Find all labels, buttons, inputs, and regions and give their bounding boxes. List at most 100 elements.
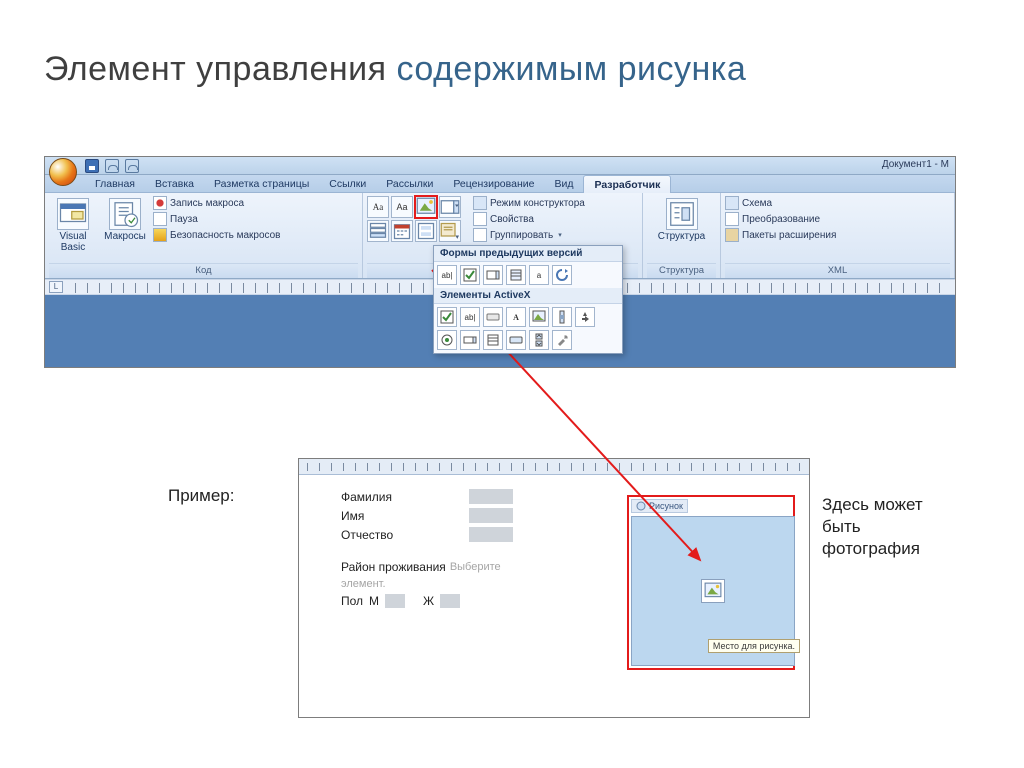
title-part2: содержимым рисунка bbox=[397, 50, 747, 88]
structure-icon bbox=[666, 198, 698, 230]
gender-f-label: Ж bbox=[423, 594, 434, 608]
region-hint2: элемент. bbox=[341, 578, 386, 590]
word-screenshot: Документ1 - M Главная Вставка Разметка с… bbox=[44, 156, 956, 368]
ax-option-icon[interactable] bbox=[437, 330, 457, 350]
ax-textbox-icon[interactable]: ab| bbox=[460, 307, 480, 327]
ax-button-icon[interactable] bbox=[483, 307, 503, 327]
undo-icon[interactable] bbox=[105, 159, 119, 173]
gender-m-checkbox[interactable] bbox=[385, 594, 405, 608]
tab-review[interactable]: Рецензирование bbox=[443, 175, 544, 193]
firstname-field[interactable] bbox=[469, 508, 513, 523]
visual-basic-button[interactable]: Visual Basic bbox=[49, 196, 97, 253]
gender-label: Пол bbox=[341, 594, 363, 608]
ax-checkbox-icon[interactable] bbox=[437, 307, 457, 327]
firstname-label: Имя bbox=[341, 509, 461, 523]
visual-basic-icon bbox=[57, 198, 89, 230]
schema-button[interactable]: Схема bbox=[725, 196, 836, 210]
example-label: Пример: bbox=[168, 486, 235, 506]
tab-mailings[interactable]: Рассылки bbox=[376, 175, 443, 193]
ax-image-icon[interactable] bbox=[529, 307, 549, 327]
ax-scrollbar-icon[interactable] bbox=[552, 307, 572, 327]
flyout-section-activex: Элементы ActiveX bbox=[434, 288, 622, 304]
legacy-tools-flyout: Формы предыдущих версий ab| a Элементы A… bbox=[433, 245, 623, 354]
legacy-checkbox-icon[interactable] bbox=[460, 265, 480, 285]
legacy-shading-icon[interactable]: a bbox=[529, 265, 549, 285]
ax-listbox-icon[interactable] bbox=[483, 330, 503, 350]
structure-button[interactable]: Структура bbox=[652, 196, 712, 242]
ax-more-icon[interactable] bbox=[575, 307, 595, 327]
form-ruler bbox=[299, 459, 809, 475]
record-icon bbox=[153, 196, 167, 210]
group-structure-label: Структура bbox=[647, 263, 716, 278]
schema-icon bbox=[725, 196, 739, 210]
group-xml: Схема Преобразование Пакеты расширения X… bbox=[721, 193, 955, 278]
tab-developer[interactable]: Разработчик bbox=[583, 175, 671, 193]
region-hint1[interactable]: Выберите bbox=[450, 561, 501, 573]
group-icon bbox=[473, 228, 487, 242]
datepicker-control-icon[interactable] bbox=[391, 220, 413, 242]
group-button[interactable]: Группировать▾ bbox=[473, 228, 585, 242]
picture-control-sample: Рисунок Место для рисунка. bbox=[627, 495, 795, 670]
legacy-reset-icon[interactable] bbox=[552, 265, 572, 285]
patronymic-label: Отчество bbox=[341, 528, 461, 542]
legacy-tools-icon[interactable]: ▾ bbox=[439, 220, 461, 242]
save-icon[interactable] bbox=[85, 159, 99, 173]
quick-access-toolbar: Документ1 - M bbox=[45, 157, 955, 175]
legacy-text-icon[interactable]: ab| bbox=[437, 265, 457, 285]
slide-title: Элемент управления содержимым рисунка bbox=[44, 50, 746, 89]
region-label: Район проживания bbox=[341, 560, 446, 574]
macros-icon bbox=[109, 198, 141, 230]
group-xml-label: XML bbox=[725, 263, 950, 278]
pause-icon bbox=[153, 212, 167, 226]
caption-right: Здесь может быть фотография bbox=[822, 494, 923, 560]
pause-button[interactable]: Пауза bbox=[153, 212, 281, 226]
text-control-icon[interactable]: Aa bbox=[391, 196, 413, 218]
security-icon bbox=[153, 228, 167, 242]
group-structure: Структура Структура bbox=[643, 193, 721, 278]
properties-button[interactable]: Свойства bbox=[473, 212, 585, 226]
visual-basic-label: Visual Basic bbox=[49, 231, 97, 253]
document-title: Документ1 - M bbox=[882, 159, 949, 170]
ax-tools-icon[interactable] bbox=[552, 330, 572, 350]
ax-combobox-icon[interactable] bbox=[460, 330, 480, 350]
tab-pagelayout[interactable]: Разметка страницы bbox=[204, 175, 319, 193]
picture-control-tab[interactable]: Рисунок bbox=[631, 499, 688, 513]
tab-insert[interactable]: Вставка bbox=[145, 175, 204, 193]
transform-icon bbox=[725, 212, 739, 226]
ax-toggle-icon[interactable] bbox=[506, 330, 526, 350]
tab-home[interactable]: Главная bbox=[85, 175, 145, 193]
macros-button[interactable]: Макросы bbox=[101, 196, 149, 242]
macro-security-button[interactable]: Безопасность макросов bbox=[153, 228, 281, 242]
structure-label: Структура bbox=[652, 231, 712, 242]
controls-grid: Aa Aa bbox=[367, 196, 461, 242]
picture-control-area[interactable]: Место для рисунка. bbox=[631, 516, 795, 666]
patronymic-field[interactable] bbox=[469, 527, 513, 542]
richtext-control-icon[interactable]: Aa bbox=[367, 196, 389, 218]
group-code: Visual Basic Макросы Запись макроса Пауз… bbox=[45, 193, 363, 278]
ax-label-icon[interactable]: A bbox=[506, 307, 526, 327]
legacy-dropdown-icon[interactable] bbox=[483, 265, 503, 285]
legacy-frame-icon[interactable] bbox=[506, 265, 526, 285]
ax-spin-icon[interactable] bbox=[529, 330, 549, 350]
redo-icon[interactable] bbox=[125, 159, 139, 173]
expansion-icon bbox=[725, 228, 739, 242]
design-mode-button[interactable]: Режим конструктора bbox=[473, 196, 585, 210]
office-button[interactable] bbox=[49, 158, 77, 186]
gender-f-checkbox[interactable] bbox=[440, 594, 460, 608]
tab-selector-icon[interactable]: L bbox=[49, 281, 63, 293]
flyout-section-legacy: Формы предыдущих версий bbox=[434, 246, 622, 262]
design-mode-icon bbox=[473, 196, 487, 210]
record-macro-button[interactable]: Запись макроса bbox=[153, 196, 281, 210]
combobox-control-icon[interactable] bbox=[439, 196, 461, 218]
picture-placeholder-icon bbox=[701, 579, 725, 603]
lastname-field[interactable] bbox=[469, 489, 513, 504]
group-code-label: Код bbox=[49, 263, 358, 278]
tab-view[interactable]: Вид bbox=[544, 175, 583, 193]
macros-label: Макросы bbox=[101, 231, 149, 242]
expansion-button[interactable]: Пакеты расширения bbox=[725, 228, 836, 242]
dropdown-control-icon[interactable] bbox=[367, 220, 389, 242]
picture-control-icon[interactable] bbox=[415, 196, 437, 218]
transform-button[interactable]: Преобразование bbox=[725, 212, 836, 226]
tab-references[interactable]: Ссылки bbox=[319, 175, 376, 193]
buildingblock-control-icon[interactable] bbox=[415, 220, 437, 242]
